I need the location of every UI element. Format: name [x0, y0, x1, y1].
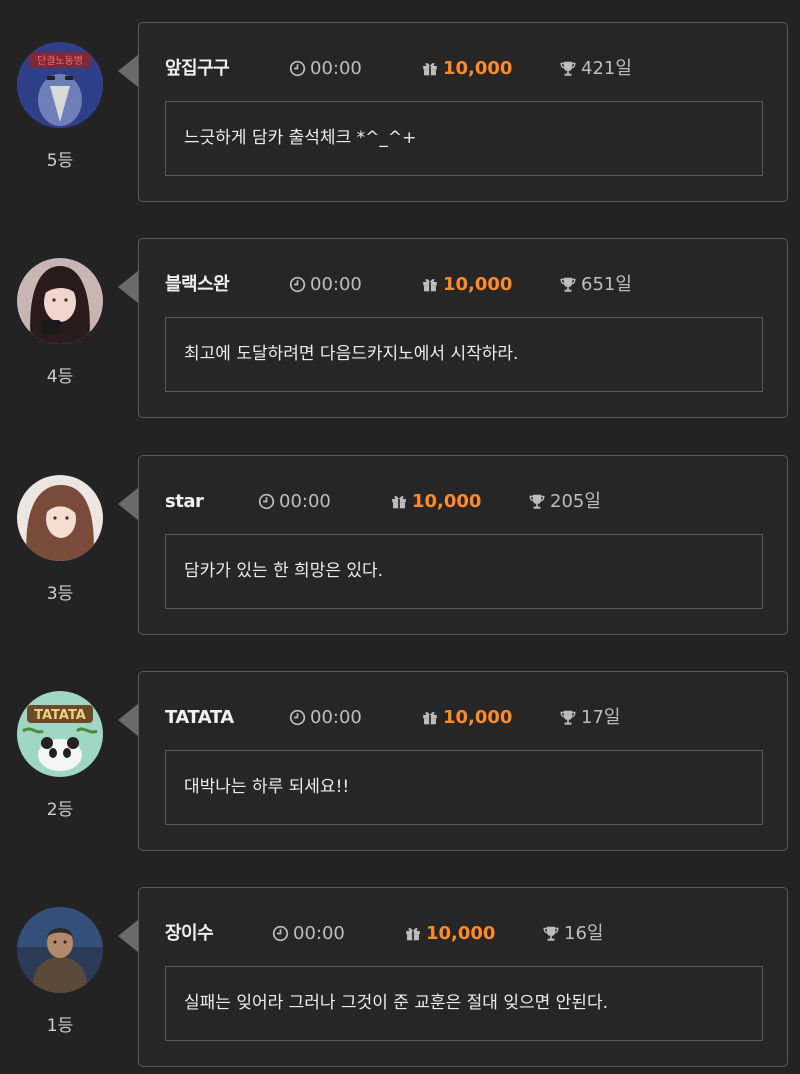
card-pointer: [118, 55, 138, 87]
comment-card: 블랙스완 00:00 10,000 651일 최고에 도달하려면 다음드카지노에…: [138, 238, 788, 418]
rank-label: 5등: [46, 151, 74, 171]
points-value: 10,000: [443, 707, 513, 728]
user-avatar[interactable]: 단결노동병: [17, 42, 103, 128]
avatar-badge-text: 단결노동병: [37, 55, 83, 67]
avatar-image: TATATA: [17, 691, 103, 777]
attendance-time: 00:00: [258, 490, 331, 514]
attendance-days: 205일: [528, 490, 601, 514]
card-pointer: [118, 271, 138, 303]
comment-message: 최고에 도달하려면 다음드카지노에서 시작하라.: [165, 317, 763, 392]
rank-label: 2등: [46, 800, 74, 820]
days-value: 16일: [564, 923, 604, 944]
clock-icon: [258, 493, 275, 510]
user-name[interactable]: TATATA: [165, 706, 234, 730]
days-value: 651일: [581, 274, 632, 295]
avatar-image: 단결노동병: [17, 42, 103, 128]
attendance-time: 00:00: [289, 706, 362, 730]
user-avatar[interactable]: [17, 907, 103, 993]
attendance-entry: 단결노동병 5등 앞집구구 00:00 10,000 421일 느긋하게 담카 …: [0, 22, 800, 204]
attendance-entry: 3등 star 00:00 10,000 205일 담카가 있는 한 희망은 있…: [0, 455, 800, 637]
attendance-days: 421일: [559, 57, 632, 81]
gift-icon: [392, 496, 406, 509]
attendance-days: 651일: [559, 273, 632, 297]
days-value: 421일: [581, 58, 632, 79]
card-pointer: [118, 704, 138, 736]
clock-icon: [289, 709, 306, 726]
rank-label: 3등: [46, 584, 74, 604]
time-value: 00:00: [310, 274, 362, 295]
comment-message: 대박나는 하루 되세요!!: [165, 750, 763, 825]
comment-message: 느긋하게 담카 출석체크 *^_^+: [165, 101, 763, 176]
comment-card: star 00:00 10,000 205일 담카가 있는 한 희망은 있다.: [138, 455, 788, 635]
user-avatar[interactable]: [17, 475, 103, 561]
time-value: 00:00: [310, 58, 362, 79]
gift-icon: [423, 279, 437, 292]
points-value: 10,000: [426, 923, 496, 944]
trophy-icon: [560, 277, 576, 292]
clock-icon: [289, 60, 306, 77]
time-value: 00:00: [310, 707, 362, 728]
reward-points: 10,000: [421, 273, 512, 297]
gift-icon: [406, 928, 420, 941]
points-value: 10,000: [443, 274, 513, 295]
card-pointer: [118, 920, 138, 952]
attendance-entry: 4등 블랙스완 00:00 10,000 651일 최고에 도달하려면 다음드카…: [0, 238, 800, 420]
user-avatar[interactable]: [17, 258, 103, 344]
attendance-feed: 단결노동병 5등 앞집구구 00:00 10,000 421일 느긋하게 담카 …: [0, 0, 800, 1074]
attendance-time: 00:00: [272, 922, 345, 946]
reward-points: 10,000: [404, 922, 495, 946]
reward-points: 10,000: [390, 490, 481, 514]
card-pointer: [118, 488, 138, 520]
attendance-time: 00:00: [289, 273, 362, 297]
reward-points: 10,000: [421, 57, 512, 81]
attendance-days: 16일: [542, 922, 603, 946]
attendance-entry: TATATA 2등 TATATA 00:00 10,000 17일 대박나는 하…: [0, 671, 800, 853]
trophy-icon: [560, 710, 576, 725]
avatar-image: [17, 258, 103, 344]
avatar-badge-text: TATATA: [34, 708, 86, 723]
comment-message: 실패는 잊어라 그러나 그것이 준 교훈은 절대 잊으면 안된다.: [165, 966, 763, 1041]
comment-card: TATATA 00:00 10,000 17일 대박나는 하루 되세요!!: [138, 671, 788, 851]
rank-label: 4등: [46, 367, 74, 387]
gift-icon: [423, 712, 437, 725]
user-name[interactable]: 앞집구구: [165, 57, 230, 81]
trophy-icon: [529, 494, 545, 509]
user-name[interactable]: star: [165, 490, 204, 514]
attendance-entry: 1등 장이수 00:00 10,000 16일 실패는 잊어라 그러나 그것이 …: [0, 887, 800, 1069]
attendance-time: 00:00: [289, 57, 362, 81]
points-value: 10,000: [412, 491, 482, 512]
time-value: 00:00: [293, 923, 345, 944]
days-value: 17일: [581, 707, 621, 728]
avatar-image: [17, 907, 103, 993]
time-value: 00:00: [279, 491, 331, 512]
gift-icon: [423, 63, 437, 76]
user-name[interactable]: 블랙스완: [165, 273, 230, 297]
rank-label: 1등: [46, 1016, 74, 1036]
clock-icon: [272, 925, 289, 942]
trophy-icon: [560, 61, 576, 76]
user-avatar[interactable]: TATATA: [17, 691, 103, 777]
user-name[interactable]: 장이수: [165, 922, 214, 946]
comment-message: 담카가 있는 한 희망은 있다.: [165, 534, 763, 609]
trophy-icon: [543, 926, 559, 941]
clock-icon: [289, 276, 306, 293]
comment-card: 앞집구구 00:00 10,000 421일 느긋하게 담카 출석체크 *^_^…: [138, 22, 788, 202]
attendance-days: 17일: [559, 706, 620, 730]
points-value: 10,000: [443, 58, 513, 79]
avatar-image: [17, 475, 103, 561]
reward-points: 10,000: [421, 706, 512, 730]
comment-card: 장이수 00:00 10,000 16일 실패는 잊어라 그러나 그것이 준 교…: [138, 887, 788, 1067]
days-value: 205일: [550, 491, 601, 512]
